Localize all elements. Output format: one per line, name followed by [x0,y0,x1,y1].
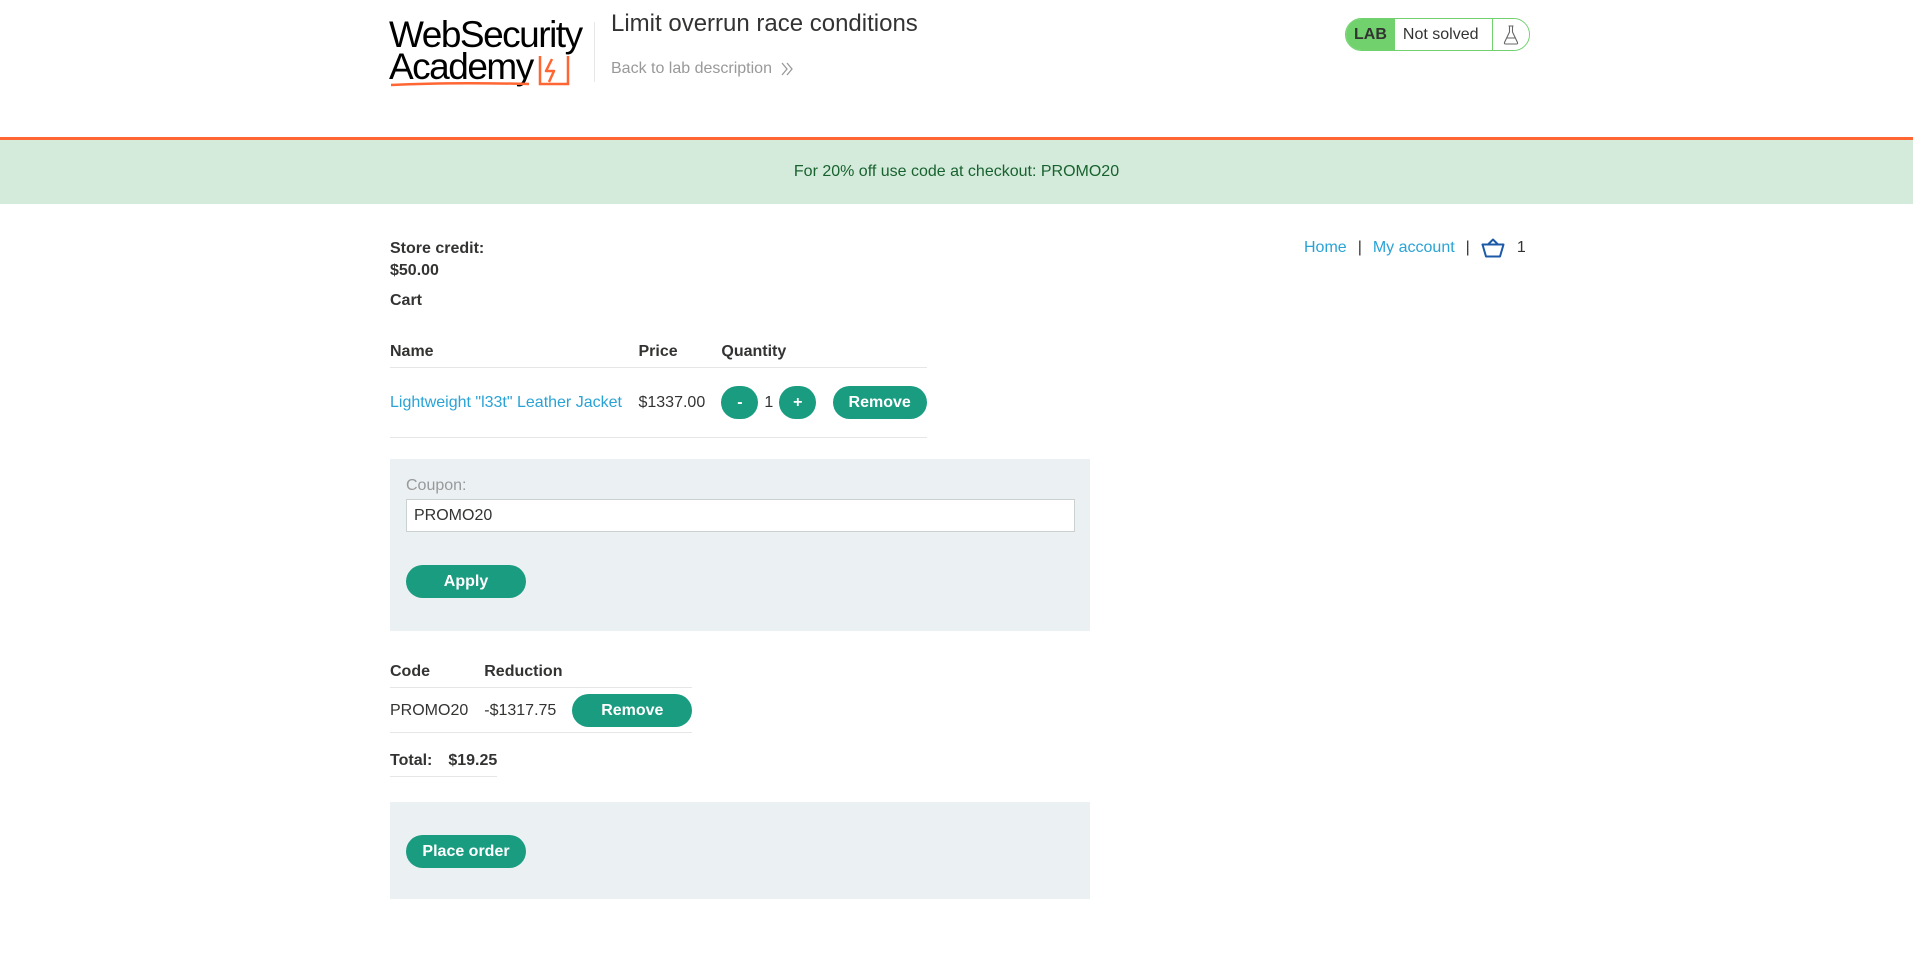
nav-home-link[interactable]: Home [1304,239,1347,257]
basket-icon [1481,238,1505,258]
store-credit-label: Store credit: [390,240,485,257]
lightning-bolt-icon [390,56,570,87]
applied-code-row: PROMO20 -$1317.75 Remove [390,687,693,733]
header-divider [594,22,595,82]
product-name-link[interactable]: Lightweight "l33t" Leather Jacket [390,394,622,411]
applied-codes-header: Code Reduction [390,655,693,688]
lab-status-widget: LAB Not solved [1345,18,1530,51]
product-price: $1337.00 [638,367,722,438]
academy-logo[interactable]: WebSecurity Academy [389,14,593,88]
coupon-label: Coupon: [406,477,467,494]
applied-codes-table: Code Reduction PROMO20 -$1317.75 Remove [390,655,693,733]
top-navigation: Home | My account | 1 [1304,238,1526,258]
decrement-quantity-button[interactable]: - [721,386,759,419]
nav-separator: | [1357,239,1362,256]
store-credit-value: $50.00 [390,262,439,279]
total-value: $19.25 [448,744,498,777]
increment-quantity-button[interactable]: + [779,386,817,419]
place-order-button[interactable]: Place order [406,835,526,868]
promo-banner-text: For 20% off use code at checkout: PROMO2… [793,163,1120,180]
applied-code: PROMO20 [390,687,485,733]
total-label: Total: [390,744,449,777]
place-order-form: Place order [390,802,1090,899]
flask-icon [1504,24,1519,45]
applied-reduction: -$1317.75 [484,687,573,733]
column-header-code: Code [390,655,485,688]
nav-separator: | [1465,239,1470,256]
promo-banner: For 20% off use code at checkout: PROMO2… [0,140,1913,204]
cart-table: Name Price Quantity Lightweight "l33t" L… [390,335,927,438]
cart-heading: Cart [390,292,423,309]
lab-flask-button[interactable] [1493,19,1529,50]
remove-coupon-button[interactable]: Remove [572,694,693,727]
lab-badge: LAB [1346,19,1395,50]
lab-header: WebSecurity Academy Limit overrun race c… [0,0,1913,140]
back-link-label: Back to lab description [611,60,772,77]
cart-count: 1 [1516,239,1526,256]
cart-table-header: Name Price Quantity [390,335,927,368]
store-credit: Store credit: $50.00 [390,238,484,282]
lab-title: Limit overrun race conditions [611,10,918,37]
back-to-lab-description-link[interactable]: Back to lab description [611,60,794,78]
column-header-quantity: Quantity [721,335,927,368]
total-table: Total: $19.25 [390,744,498,777]
cart-item-row: Lightweight "l33t" Leather Jacket $1337.… [390,367,927,438]
lab-status-text: Not solved [1394,19,1494,50]
coupon-input[interactable] [406,499,1075,532]
column-header-price: Price [638,335,722,368]
column-header-name: Name [390,335,639,368]
coupon-form: Coupon: Apply [390,459,1090,631]
total-row: Total: $19.25 [390,744,498,777]
apply-coupon-button[interactable]: Apply [406,565,526,598]
double-chevron-right-icon [781,62,793,76]
nav-cart-link[interactable] [1481,238,1505,258]
quantity-value: 1 [764,393,774,411]
column-header-reduction: Reduction [484,655,693,688]
remove-item-button[interactable]: Remove [832,386,927,419]
nav-my-account-link[interactable]: My account [1373,239,1455,257]
quantity-stepper: - 1 + [721,386,817,419]
